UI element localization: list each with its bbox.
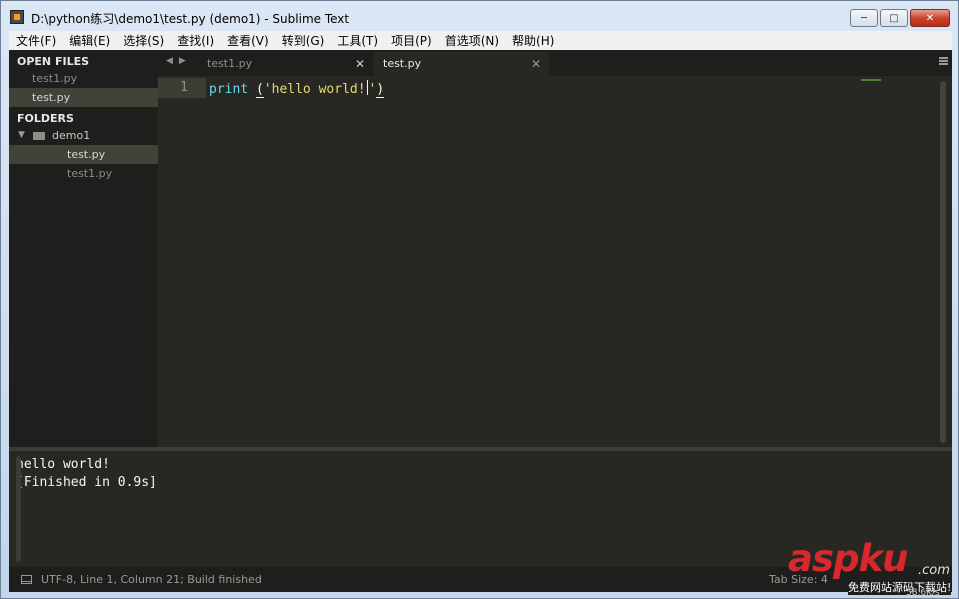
code-line[interactable]: print ('hello world! ') <box>209 80 385 98</box>
open-files-header: OPEN FILES <box>17 55 90 68</box>
code-keyword: print <box>209 82 249 97</box>
watermark-logo: aspku <box>788 537 908 580</box>
sidebar-open-file[interactable]: test.py <box>9 88 158 107</box>
folder-label: demo1 <box>52 129 91 142</box>
window-title: D:\python练习\demo1\test.py (demo1) - Subl… <box>31 12 350 26</box>
minimize-icon: ─ <box>860 12 868 24</box>
folders-header: FOLDERS <box>17 112 74 125</box>
tab-nav-arrows[interactable]: ◀▶ <box>166 56 192 66</box>
tab-close-icon[interactable]: ✕ <box>531 52 541 76</box>
watermark-domain: .com <box>918 563 950 578</box>
tab-label: test.py <box>383 57 422 70</box>
tab-close-icon[interactable]: ✕ <box>355 52 365 76</box>
sidebar-folder-file[interactable]: test1.py <box>9 164 158 183</box>
sidebar-open-file-label: test.py <box>32 91 71 104</box>
right-arrow-icon[interactable]: ▶ <box>179 56 192 66</box>
title-bar[interactable]: D:\python练习\demo1\test.py (demo1) - Subl… <box>1 1 958 31</box>
menu-selection[interactable]: 选择(S) <box>116 32 170 49</box>
code-editor[interactable]: 1 print ('hello world! ') <box>158 76 952 447</box>
sidebar-folder-file-label: test1.py <box>67 167 113 180</box>
code-close-paren: ) <box>376 82 385 98</box>
folder-icon <box>33 132 45 140</box>
menu-edit[interactable]: 编辑(E) <box>62 32 116 49</box>
status-text: UTF-8, Line 1, Column 21; Build finished <box>41 573 262 586</box>
close-icon: ✕ <box>925 12 935 24</box>
editor-area: OPEN FILES test1.py test.py FOLDERS ▼ de… <box>9 50 952 592</box>
left-arrow-icon[interactable]: ◀ <box>166 56 179 66</box>
menu-file[interactable]: 文件(F) <box>9 32 62 49</box>
window-controls: ─ □ ✕ <box>850 9 950 27</box>
minimap[interactable] <box>861 79 881 81</box>
menu-preferences[interactable]: 首选项(N) <box>438 32 505 49</box>
panel-toggle-icon[interactable] <box>21 575 32 584</box>
tab-menu-icon[interactable] <box>939 57 948 65</box>
sublime-window: D:\python练习\demo1\test.py (demo1) - Subl… <box>0 0 959 599</box>
text-cursor <box>366 80 368 95</box>
sublime-app-icon <box>10 10 24 24</box>
minimize-button[interactable]: ─ <box>850 9 878 27</box>
editor-scrollbar[interactable] <box>940 81 946 443</box>
tab-bar: ◀▶ test1.py ✕ test.py ✕ <box>158 50 952 76</box>
sidebar-folder-demo1[interactable]: ▼ demo1 <box>9 126 158 145</box>
menu-find[interactable]: 查找(I) <box>170 32 220 49</box>
sidebar-folder-file[interactable]: test.py <box>9 145 158 164</box>
tab-label: test1.py <box>207 57 253 70</box>
menu-bar: 文件(F) 编辑(E) 选择(S) 查找(I) 查看(V) 转到(G) 工具(T… <box>9 31 952 50</box>
line-number: 1 <box>180 80 188 95</box>
sidebar-folder-file-label: test.py <box>67 148 106 161</box>
tab-test[interactable]: test.py ✕ <box>374 52 549 76</box>
close-button[interactable]: ✕ <box>910 9 950 27</box>
output-line: [Finished in 0.9s] <box>16 475 157 490</box>
output-line: hello world! <box>16 457 110 472</box>
expand-arrow-icon: ▼ <box>18 130 25 140</box>
maximize-button[interactable]: □ <box>880 9 908 27</box>
output-scrollbar[interactable] <box>16 456 21 562</box>
network-speed: 58.6K/s <box>906 588 940 598</box>
tab-test1[interactable]: test1.py ✕ <box>198 52 373 76</box>
menu-view[interactable]: 查看(V) <box>220 32 275 49</box>
maximize-icon: □ <box>889 12 899 24</box>
menu-help[interactable]: 帮助(H) <box>505 32 560 49</box>
code-string-start: 'hello world! <box>263 82 366 97</box>
sidebar: OPEN FILES test1.py test.py FOLDERS ▼ de… <box>9 50 158 447</box>
menu-project[interactable]: 项目(P) <box>384 32 438 49</box>
sidebar-open-file[interactable]: test1.py <box>9 69 158 88</box>
code-open-paren: ( <box>255 82 264 98</box>
sidebar-open-file-label: test1.py <box>32 72 78 85</box>
menu-goto[interactable]: 转到(G) <box>275 32 331 49</box>
menu-tools[interactable]: 工具(T) <box>330 32 384 49</box>
